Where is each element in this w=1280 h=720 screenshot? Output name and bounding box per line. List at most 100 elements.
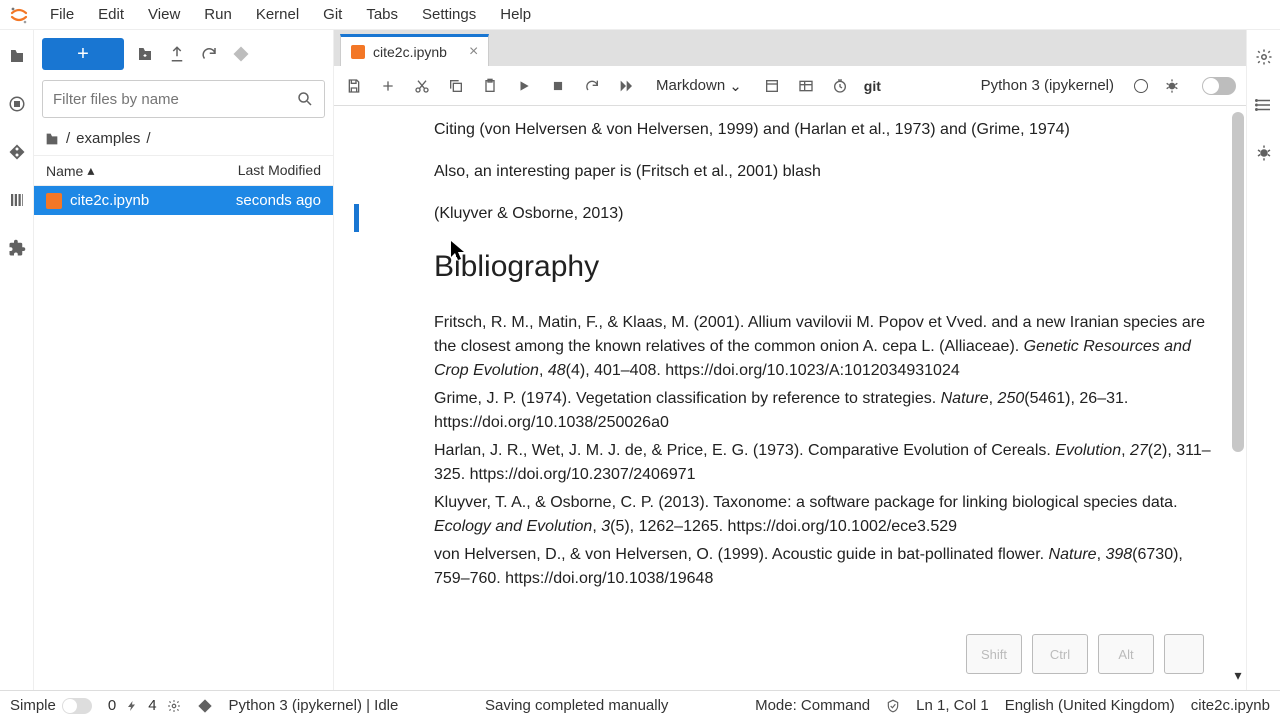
breadcrumb-sep: / (146, 130, 150, 147)
command-icon[interactable] (796, 76, 816, 96)
add-cell-icon[interactable] (378, 76, 398, 96)
toc-icon[interactable] (7, 190, 27, 210)
refresh-icon[interactable] (198, 43, 220, 65)
key-monitor: Shift Ctrl Alt (966, 634, 1204, 674)
main-area: cite2c.ipynb × Markdown⌄ git Python 3 (i… (334, 30, 1246, 690)
right-sidebar (1246, 30, 1280, 690)
bibliography-heading: Bibliography (434, 244, 1222, 289)
notebook-icon (351, 45, 365, 59)
cell-type-select[interactable]: Markdown⌄ (656, 77, 742, 95)
scrollbar-thumb[interactable] (1232, 112, 1244, 452)
gear-icon[interactable] (167, 699, 181, 713)
clock-icon[interactable] (830, 76, 850, 96)
git-init-icon[interactable] (230, 43, 252, 65)
menu-help[interactable]: Help (488, 2, 543, 27)
file-name: cite2c.ipynb (70, 192, 149, 209)
lightning-icon (126, 699, 138, 713)
menu-view[interactable]: View (136, 2, 192, 27)
menu-git[interactable]: Git (311, 2, 354, 27)
breadcrumb-item[interactable]: examples (76, 130, 140, 147)
shift-key: Shift (966, 634, 1022, 674)
menu-kernel[interactable]: Kernel (244, 2, 311, 27)
property-inspector-icon[interactable] (1255, 48, 1273, 66)
chevron-down-icon: ⌄ (729, 77, 742, 95)
run-all-icon[interactable] (616, 76, 636, 96)
status-kernel[interactable]: Python 3 (ipykernel) | Idle (229, 697, 399, 714)
status-terminals[interactable]: 0 (108, 697, 116, 714)
notebook-panel[interactable]: ▾ Citing (von Helversen & von Helversen,… (334, 106, 1246, 690)
reference: Fritsch, R. M., Matin, F., & Klaas, M. (… (434, 311, 1222, 383)
debug-icon[interactable] (1162, 76, 1182, 96)
status-file[interactable]: cite2c.ipynb (1191, 697, 1270, 714)
folder-icon (44, 131, 60, 147)
copy-icon[interactable] (446, 76, 466, 96)
tab-cite2c[interactable]: cite2c.ipynb × (340, 34, 489, 66)
toc-right-icon[interactable] (1255, 96, 1273, 114)
upload-icon[interactable] (166, 43, 188, 65)
cell-paragraph: Also, an interesting paper is (Fritsch e… (434, 160, 1222, 184)
cell-type-label: Markdown (656, 77, 725, 94)
menu-tabs[interactable]: Tabs (354, 2, 410, 27)
menu-file[interactable]: File (38, 2, 86, 27)
new-folder-icon[interactable] (134, 43, 156, 65)
sort-asc-icon: ▴ (87, 162, 94, 179)
cursor-icon (450, 240, 468, 262)
notebook-icon (46, 193, 62, 209)
file-filter-input[interactable] (53, 91, 296, 108)
reference: Harlan, J. R., Wet, J. M. J. de, & Price… (434, 439, 1222, 487)
col-modified[interactable]: Last Modified (238, 162, 321, 179)
new-launcher-button[interactable]: + (42, 38, 124, 70)
col-name[interactable]: Name (46, 163, 83, 179)
cell-paragraph: (Kluyver & Osborne, 2013) (434, 202, 1222, 226)
kernel-status-icon[interactable] (1134, 79, 1148, 93)
debugger-icon[interactable] (1255, 144, 1273, 162)
reference: von Helversen, D., & von Helversen, O. (… (434, 543, 1222, 591)
git-icon[interactable] (7, 142, 27, 162)
jupyter-logo (8, 4, 30, 26)
kernel-name[interactable]: Python 3 (ipykernel) (981, 77, 1114, 94)
file-filter[interactable] (42, 80, 325, 118)
menu-edit[interactable]: Edit (86, 2, 136, 27)
paste-icon[interactable] (480, 76, 500, 96)
search-icon (296, 90, 314, 108)
notebook-trust-icon[interactable] (886, 699, 900, 713)
debug-toggle[interactable] (1202, 77, 1236, 95)
simple-mode-toggle[interactable]: Simple (10, 697, 92, 714)
git-status-icon[interactable] (197, 698, 213, 714)
breadcrumb-sep: / (66, 130, 70, 147)
markdown-cell[interactable]: Citing (von Helversen & von Helversen, 1… (344, 118, 1222, 591)
stop-icon[interactable] (548, 76, 568, 96)
tab-title: cite2c.ipynb (373, 44, 447, 60)
breadcrumb[interactable]: / examples / (34, 124, 333, 155)
extensions-icon[interactable] (7, 238, 27, 258)
file-modified: seconds ago (236, 192, 321, 209)
menu-run[interactable]: Run (192, 2, 244, 27)
file-row[interactable]: cite2c.ipynb seconds ago (34, 186, 333, 215)
close-icon[interactable]: × (469, 43, 478, 61)
status-bar: Simple 0 4 Python 3 (ipykernel) | Idle S… (0, 690, 1280, 720)
save-icon[interactable] (344, 76, 364, 96)
status-position[interactable]: Ln 1, Col 1 (916, 697, 989, 714)
reference: Kluyver, T. A., & Osborne, C. P. (2013).… (434, 491, 1222, 539)
render-icon[interactable] (762, 76, 782, 96)
menu-bar: File Edit View Run Kernel Git Tabs Setti… (0, 0, 1280, 30)
file-browser-icon[interactable] (7, 46, 27, 66)
run-icon[interactable] (514, 76, 534, 96)
git-button[interactable]: git (864, 78, 881, 94)
alt-key: Alt (1098, 634, 1154, 674)
status-save: Saving completed manually (485, 697, 668, 714)
notebook-toolbar: Markdown⌄ git Python 3 (ipykernel) (334, 66, 1246, 106)
scroll-down-icon[interactable]: ▾ (1232, 666, 1244, 684)
ctrl-key: Ctrl (1032, 634, 1088, 674)
file-browser-toolbar: + (34, 30, 333, 74)
status-language[interactable]: English (United Kingdom) (1005, 697, 1175, 714)
file-list-header[interactable]: Name▴ Last Modified (34, 155, 333, 186)
activity-bar (0, 30, 34, 690)
menu-settings[interactable]: Settings (410, 2, 488, 27)
file-browser: + / examples / Name▴ Last Modified cite2… (34, 30, 334, 690)
key-empty (1164, 634, 1204, 674)
running-icon[interactable] (7, 94, 27, 114)
cut-icon[interactable] (412, 76, 432, 96)
restart-icon[interactable] (582, 76, 602, 96)
status-kernels[interactable]: 4 (148, 697, 156, 714)
